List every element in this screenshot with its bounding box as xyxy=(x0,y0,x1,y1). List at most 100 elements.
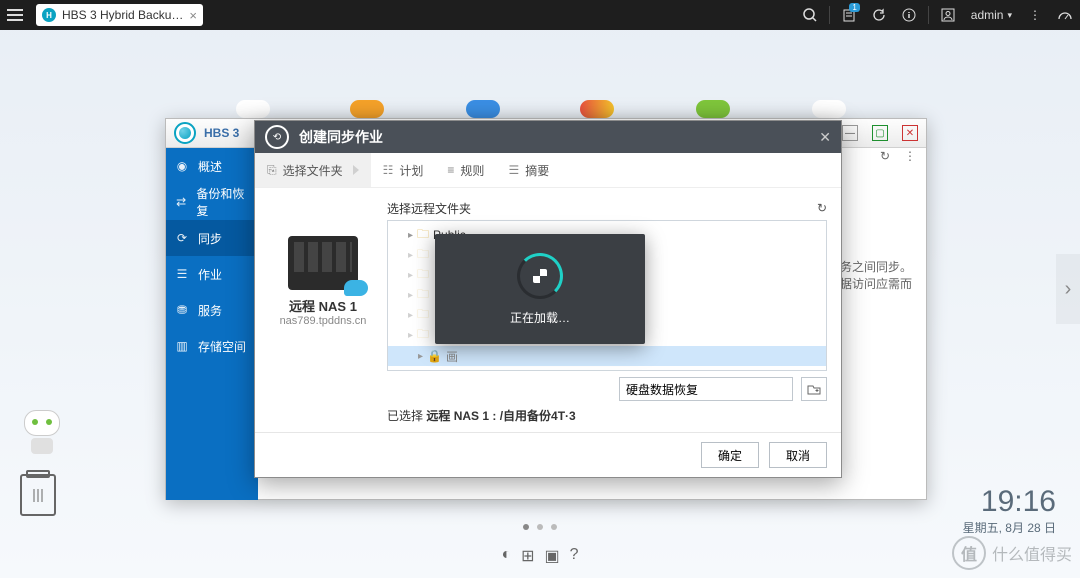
sidebar-icon: ⛃ xyxy=(174,303,190,317)
tab-label: 摘要 xyxy=(525,162,549,179)
hbs-tab-icon: H xyxy=(42,8,56,22)
dock-apps-icon[interactable]: ⊞ xyxy=(521,546,534,566)
watermark-text: 什么值得买 xyxy=(992,541,1072,565)
tree-twisty-icon[interactable]: ▸ xyxy=(408,230,413,241)
sidebar-label: 作业 xyxy=(198,266,222,283)
desktop-next-button[interactable]: › xyxy=(1056,254,1080,324)
wizard-tabs: ⎘选择文件夹 ☷ 计划 ≡规则 ☰ 摘要 xyxy=(255,153,841,188)
more-icon[interactable]: ⋮ xyxy=(1020,0,1050,30)
folder-icon: 🗀 xyxy=(417,325,429,346)
maximize-button[interactable]: ▢ xyxy=(872,125,888,141)
clock-date: 星期五, 8月 28 日 xyxy=(963,519,1056,536)
sidebar-icon: ☰ xyxy=(174,267,190,281)
loading-text: 正在加载… xyxy=(510,309,570,326)
sidebar-icon: ⟳ xyxy=(174,231,190,245)
assistant-robot-icon[interactable] xyxy=(20,410,64,454)
wizard-tab-2[interactable]: ≡规则 xyxy=(435,153,496,187)
tab-step-icon: ☰ xyxy=(508,163,519,177)
tree-twisty-icon[interactable]: ▸ xyxy=(408,330,413,341)
sidebar-item-5[interactable]: ▥ 存储空间 xyxy=(166,328,258,364)
dock-dashboard-icon[interactable]: ◐ xyxy=(501,546,511,566)
wizard-tab-1[interactable]: ☷ 计划 xyxy=(371,153,436,187)
tree-twisty-icon[interactable]: ▸ xyxy=(408,310,413,321)
folder-name-input[interactable] xyxy=(619,377,793,401)
sidebar-item-2[interactable]: ⟳ 同步 xyxy=(166,220,258,256)
refresh-folder-icon[interactable]: ↻ xyxy=(817,201,827,215)
wizard-tab-3[interactable]: ☰ 摘要 xyxy=(496,153,561,187)
dialog-header[interactable]: ⟲ 创建同步作业 ✕ xyxy=(255,121,841,153)
folder-icon: 🗀 xyxy=(417,305,429,326)
sync-icon: ⟲ xyxy=(265,125,289,149)
tab-label: 计划 xyxy=(399,162,423,179)
wizard-tab-0[interactable]: ⎘选择文件夹 xyxy=(255,153,371,187)
app-title: HBS 3 xyxy=(204,126,239,140)
bottom-dock: ◐ ⊞ ▣ ? xyxy=(501,546,578,566)
loading-overlay: 正在加载… xyxy=(435,234,645,344)
app-tab[interactable]: H HBS 3 Hybrid Backu… × xyxy=(36,4,203,26)
clock-time: 19:16 xyxy=(963,485,1056,519)
tab-title: HBS 3 Hybrid Backu… xyxy=(62,8,183,22)
cancel-button[interactable]: 取消 xyxy=(769,442,827,468)
hbs-logo-icon xyxy=(174,122,196,144)
search-icon[interactable] xyxy=(795,0,825,30)
tree-twisty-icon[interactable]: ▸ xyxy=(408,290,413,301)
desktop-clock: 19:16 星期五, 8月 28 日 xyxy=(963,485,1056,536)
spinner-icon xyxy=(517,253,563,299)
sidebar-item-0[interactable]: ◉ 概述 xyxy=(166,148,258,184)
topbar: H HBS 3 Hybrid Backu… × 1 admin ▾ ⋮ xyxy=(0,0,1080,30)
folder-icon: 🗀 xyxy=(417,285,429,306)
selected-path: 已选择 远程 NAS 1 : /自用备份4T·3 xyxy=(387,407,827,424)
sidebar-label: 同步 xyxy=(198,230,222,247)
dock-help-icon[interactable]: ? xyxy=(570,546,579,566)
watermark: 值 什么值得买 xyxy=(952,536,1072,570)
task-icon[interactable]: 1 xyxy=(834,0,864,30)
notif-badge: 1 xyxy=(849,3,859,12)
admin-menu[interactable]: admin ▾ xyxy=(963,8,1020,22)
nas-device-icon xyxy=(288,236,358,290)
chevron-right-icon xyxy=(353,165,359,175)
tab-step-icon: ⎘ xyxy=(267,163,277,178)
dock-screenshot-icon[interactable]: ▣ xyxy=(545,546,560,566)
lock-icon: 🔒 xyxy=(427,349,442,363)
sidebar-label: 备份和恢复 xyxy=(196,185,250,219)
hamburger-button[interactable] xyxy=(0,0,30,30)
folder-icon: 🗀 xyxy=(417,225,429,246)
dashboard-icon[interactable] xyxy=(1050,0,1080,30)
minimize-button[interactable]: — xyxy=(842,125,858,141)
close-dialog-icon[interactable]: ✕ xyxy=(819,129,831,146)
ok-button[interactable]: 确定 xyxy=(701,442,759,468)
folder-icon: 🗀 xyxy=(417,265,429,286)
nas-name: 远程 NAS 1 xyxy=(269,296,377,315)
refresh-icon[interactable] xyxy=(864,0,894,30)
dialog-title: 创建同步作业 xyxy=(299,127,383,147)
trash-icon[interactable] xyxy=(20,474,56,516)
nas-host: nas789.tpddns.cn xyxy=(269,315,377,327)
info-icon[interactable] xyxy=(894,0,924,30)
admin-label: admin xyxy=(971,8,1004,22)
sidebar-icon: ⇄ xyxy=(174,195,188,209)
sidebar-label: 服务 xyxy=(198,302,222,319)
chevron-down-icon: ▾ xyxy=(1007,10,1012,21)
new-folder-button[interactable] xyxy=(801,377,827,401)
sidebar-item-4[interactable]: ⛃ 服务 xyxy=(166,292,258,328)
folder-icon: 🗀 xyxy=(417,245,429,266)
tab-step-icon: ☷ xyxy=(383,163,394,177)
sidebar-icon: ▥ xyxy=(174,339,190,353)
page-indicator[interactable] xyxy=(523,524,557,530)
selected-folder-label: 画 xyxy=(446,348,458,365)
remote-nas-card[interactable]: 远程 NAS 1 nas789.tpddns.cn xyxy=(269,236,377,424)
sidebar-label: 存储空间 xyxy=(198,338,246,355)
user-icon[interactable] xyxy=(933,0,963,30)
dialog-footer: 确定 取消 xyxy=(255,432,841,477)
sidebar-item-1[interactable]: ⇄ 备份和恢复 xyxy=(166,184,258,220)
tree-twisty-icon[interactable]: ▸ xyxy=(418,351,423,362)
sidebar-label: 概述 xyxy=(198,158,222,175)
sidebar: ◉ 概述 ⇄ 备份和恢复 ⟳ 同步 ☰ 作业 ⛃ 服务 ▥ 存储空间 xyxy=(166,148,258,500)
close-tab-icon[interactable]: × xyxy=(189,8,197,23)
tree-twisty-icon[interactable]: ▸ xyxy=(408,250,413,261)
sidebar-icon: ◉ xyxy=(174,159,190,173)
watermark-badge: 值 xyxy=(952,536,986,570)
close-window-button[interactable]: ✕ xyxy=(902,125,918,141)
tree-twisty-icon[interactable]: ▸ xyxy=(408,270,413,281)
sidebar-item-3[interactable]: ☰ 作业 xyxy=(166,256,258,292)
